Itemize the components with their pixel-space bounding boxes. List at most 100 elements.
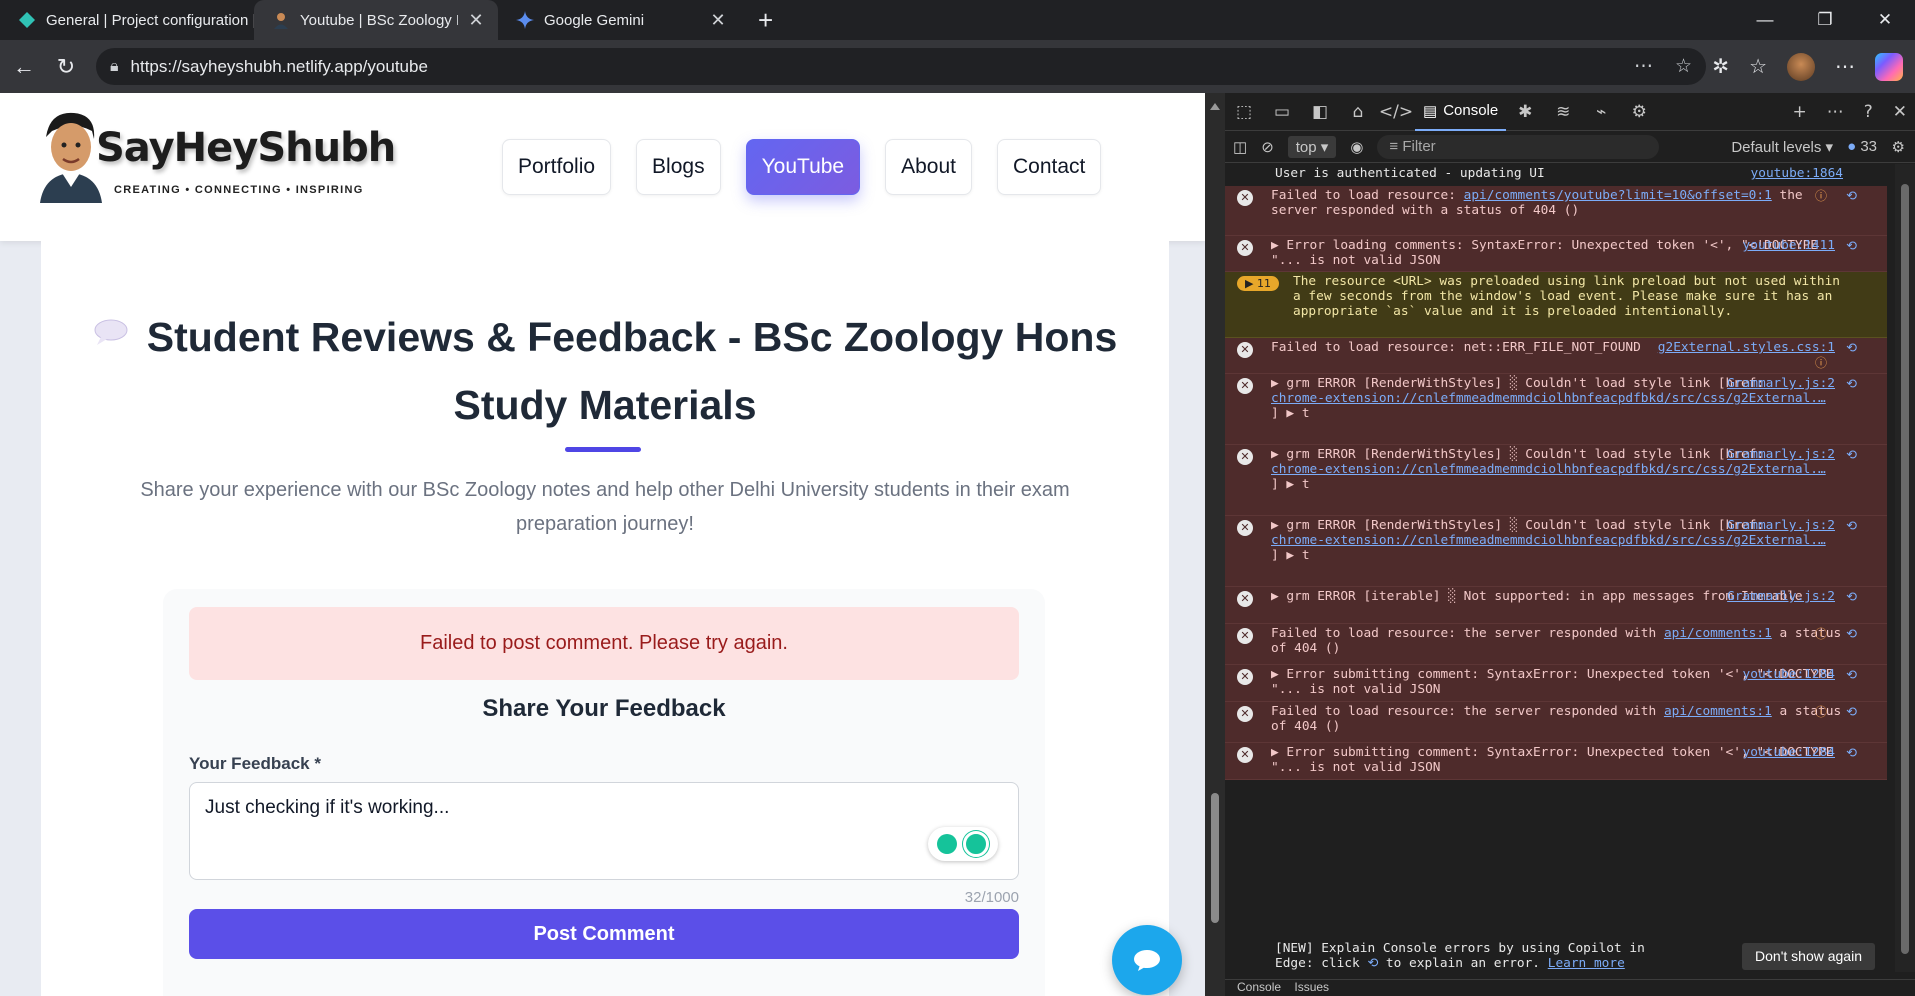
scroll-up-icon[interactable] [1210, 103, 1220, 110]
dont-show-again-button[interactable]: Don't show again [1742, 943, 1875, 970]
log-source-link[interactable]: Grammarly.js:2 [1727, 589, 1835, 604]
device-emulation-icon[interactable]: ▭ [1263, 102, 1301, 122]
log-extension-link[interactable]: chrome-extension://cnlefmmeadmemmdciolhb… [1271, 391, 1826, 406]
copilot-explain-icon[interactable]: ⟲ [1846, 189, 1857, 204]
network-info-icon[interactable]: ⓘ [1815, 705, 1827, 720]
more-tools-icon[interactable]: ⋯ [1827, 102, 1844, 122]
sidebar-toggle-icon[interactable]: ◫ [1233, 138, 1247, 156]
add-tool-icon[interactable]: + [1792, 102, 1806, 122]
close-icon[interactable]: ✕ [468, 10, 484, 31]
console-settings-icon[interactable]: ⚙ [1892, 138, 1905, 156]
profile-avatar-icon[interactable] [1787, 52, 1815, 81]
help-icon[interactable]: ? [1864, 102, 1873, 122]
chat-fab-button[interactable] [1112, 925, 1182, 995]
tab-console[interactable]: ▤ Console [1415, 93, 1507, 131]
log-source-link[interactable]: youtube:1284 [1743, 745, 1835, 760]
console-error[interactable]: ✕ ▶ grm ERROR [RenderWithStyles] ░ Could… [1225, 516, 1887, 587]
console-error[interactable]: ✕ ▶ Error submitting comment: SyntaxErro… [1225, 665, 1887, 702]
nav-contact[interactable]: Contact [997, 139, 1102, 195]
elements-icon[interactable]: </> [1377, 102, 1415, 122]
console-error[interactable]: ✕ ▶ Error loading comments: SyntaxError:… [1225, 236, 1887, 272]
new-tab-icon[interactable]: + [758, 7, 773, 33]
address-bar[interactable]: 🔒︎ https://sayheyshubh.netlify.app/youtu… [96, 48, 1706, 85]
issues-counter[interactable]: ● 33 [1847, 138, 1877, 155]
drawer-tab-console[interactable]: Console [1237, 980, 1281, 994]
copilot-explain-icon[interactable]: ⟲ [1846, 705, 1857, 720]
console-scrollbar-thumb[interactable] [1901, 184, 1909, 954]
sources-bug-icon[interactable]: ✱ [1506, 102, 1544, 122]
console-error[interactable]: ✕ ▶ grm ERROR [iterable] ░ Not supported… [1225, 587, 1887, 624]
console-scrollbar[interactable] [1895, 164, 1915, 972]
log-extension-link[interactable]: chrome-extension://cnlefmmeadmemmdciolhb… [1271, 533, 1826, 548]
log-source-link[interactable]: Grammarly.js:2 [1727, 447, 1835, 462]
favorites-icon[interactable]: ☆ [1749, 54, 1767, 79]
extensions-icon[interactable]: ✲ [1712, 54, 1729, 79]
log-resource-link[interactable]: api/comments:1 [1664, 704, 1772, 719]
reload-icon[interactable]: ↻ [48, 49, 84, 85]
console-error[interactable]: ✕ ▶ grm ERROR [RenderWithStyles] ░ Could… [1225, 374, 1887, 445]
dock-icon[interactable]: ◧ [1301, 102, 1339, 122]
learn-more-link[interactable]: Learn more [1548, 956, 1625, 971]
console-message[interactable]: User is authenticated - updating UI yout… [1225, 164, 1895, 186]
page-scrollbar[interactable] [1205, 93, 1225, 996]
console-error[interactable]: ✕ Failed to load resource: net::ERR_FILE… [1225, 338, 1887, 374]
maximize-icon[interactable]: ❐ [1795, 0, 1855, 40]
close-window-icon[interactable]: ✕ [1855, 0, 1915, 40]
scrollbar-thumb[interactable] [1211, 793, 1219, 923]
copilot-explain-icon[interactable]: ⟲ [1846, 590, 1857, 605]
settings-more-icon[interactable]: ⋯ [1835, 54, 1855, 79]
log-extension-link[interactable]: chrome-extension://cnlefmmeadmemmdciolhb… [1271, 462, 1826, 477]
grammarly-bulb-icon[interactable] [937, 834, 957, 854]
log-source-link[interactable]: Grammarly.js:2 [1727, 376, 1835, 391]
default-levels-dropdown[interactable]: Default levels ▾ [1731, 138, 1833, 156]
network-info-icon[interactable]: ⓘ [1815, 189, 1827, 204]
copilot-explain-icon[interactable]: ⟲ [1846, 746, 1857, 761]
copilot-explain-icon[interactable]: ⟲ [1846, 377, 1857, 392]
console-error[interactable]: ✕ ▶ Error submitting comment: SyntaxErro… [1225, 743, 1887, 780]
log-resource-link[interactable]: api/comments:1 [1664, 626, 1772, 641]
nav-youtube[interactable]: YouTube [745, 139, 861, 195]
copilot-explain-icon[interactable]: ⟲ [1846, 668, 1857, 683]
welcome-home-icon[interactable]: ⌂ [1339, 102, 1377, 122]
network-info-icon[interactable]: ⓘ [1815, 356, 1827, 371]
log-resource-link[interactable]: api/comments/youtube?limit=10&offset=0:1 [1464, 188, 1772, 203]
context-selector[interactable]: top ▾ [1287, 135, 1337, 158]
copilot-explain-icon[interactable]: ⟲ [1846, 448, 1857, 463]
console-error[interactable]: ✕ Failed to load resource: api/comments/… [1225, 186, 1887, 236]
more-options-icon[interactable]: ⋯ [1634, 55, 1653, 78]
console-warning[interactable]: ▶ 11 The resource <URL> was preloaded us… [1225, 272, 1887, 338]
live-expression-eye-icon[interactable]: ◉ [1350, 138, 1363, 156]
copilot-explain-icon[interactable]: ⟲ [1846, 519, 1857, 534]
minimize-icon[interactable]: — [1735, 0, 1795, 40]
drawer-tab-issues[interactable]: Issues [1294, 980, 1329, 994]
nav-blogs[interactable]: Blogs [636, 139, 721, 195]
favorite-star-icon[interactable]: ☆ [1675, 55, 1692, 78]
copilot-explain-icon[interactable]: ⟲ [1846, 341, 1857, 356]
filter-input[interactable]: ≡ Filter [1377, 134, 1660, 159]
close-icon[interactable]: ✕ [710, 10, 726, 31]
post-comment-button[interactable]: Post Comment [189, 909, 1019, 959]
site-logo[interactable]: SayHeyShubh CREATING • CONNECTING • INSP… [34, 107, 396, 217]
log-source-link[interactable]: youtube:1284 [1743, 667, 1835, 682]
network-wifi-icon[interactable]: ≋ [1544, 102, 1582, 122]
feedback-textarea[interactable]: Just checking if it's working... [189, 782, 1019, 880]
settings-gear-icon[interactable]: ⚙ [1620, 102, 1658, 122]
close-devtools-icon[interactable]: ✕ [1893, 102, 1907, 122]
copilot-explain-icon[interactable]: ⟲ [1846, 627, 1857, 642]
console-error[interactable]: ✕ Failed to load resource: the server re… [1225, 624, 1887, 665]
nav-portfolio[interactable]: Portfolio [502, 139, 612, 195]
clear-console-icon[interactable]: ⊘ [1261, 138, 1274, 156]
tab-youtube[interactable]: Youtube | BSc Zoology Hons Note ✕ [254, 0, 498, 40]
console-error[interactable]: ✕ Failed to load resource: the server re… [1225, 702, 1887, 743]
log-source-link[interactable]: youtube:1864 [1751, 166, 1843, 181]
console-error[interactable]: ✕ ▶ grm ERROR [RenderWithStyles] ░ Could… [1225, 445, 1887, 516]
back-icon[interactable]: ← [6, 49, 42, 85]
performance-icon[interactable]: ⌁ [1582, 102, 1620, 122]
tab-gemini[interactable]: Google Gemini ✕ [498, 0, 740, 40]
site-info-icon[interactable]: 🔒︎ [110, 58, 119, 76]
inspect-icon[interactable]: ⬚ [1225, 102, 1263, 122]
log-source-link[interactable]: g2External.styles.css:1 [1658, 340, 1835, 355]
log-source-link[interactable]: Grammarly.js:2 [1727, 518, 1835, 533]
copilot-explain-icon[interactable]: ⟲ [1846, 239, 1857, 254]
log-source-link[interactable]: youtube:1411 [1743, 238, 1835, 253]
